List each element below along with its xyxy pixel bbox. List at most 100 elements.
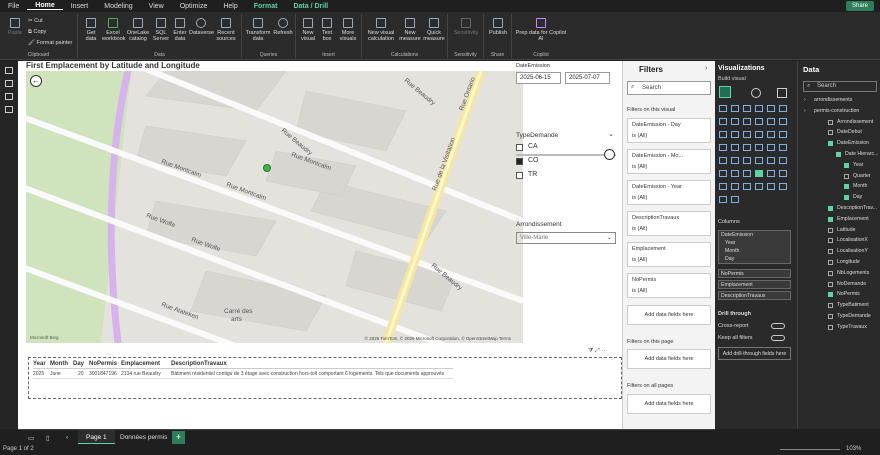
more-visuals-button[interactable]: More visuals [337,18,359,42]
data-field-item[interactable]: Emplacement [837,216,869,222]
visual-header-icons[interactable]: ⧩ ⤢ ⋯ [588,348,608,355]
menu-modeling[interactable]: Modeling [96,3,140,10]
visual-type-icon[interactable] [755,105,763,112]
onelake-button[interactable]: OneLake catalog [126,18,150,42]
visual-type-icon[interactable] [719,196,727,203]
visual-type-icon[interactable] [755,157,763,164]
col-header-nopermis[interactable]: NoPermis [89,361,117,367]
field-checkbox[interactable] [844,184,849,190]
field-checkbox[interactable] [828,227,833,233]
format-visual-icon[interactable] [751,88,761,98]
visual-type-icon[interactable] [755,144,763,151]
tab-donnees-permis[interactable]: Données permis [112,430,175,445]
field-checkbox[interactable] [828,303,833,309]
visual-type-icon[interactable] [743,157,751,164]
visual-type-icon[interactable] [755,170,763,177]
analytics-icon[interactable] [777,88,787,98]
filter-card[interactable]: NoPermis is (All) [627,273,711,298]
col-header-description[interactable]: DescriptionTravaux [171,361,227,367]
page-nav-icon[interactable]: ‹ [58,430,76,445]
dataverse-button[interactable]: Dataverse [189,18,214,36]
visual-type-icon[interactable] [719,170,727,177]
permit-table[interactable]: Year Month Day NoPermis Emplacement Desc… [28,357,622,399]
visual-type-icon[interactable] [755,183,763,190]
visual-type-icon[interactable] [779,170,787,177]
well-day[interactable]: Day [719,255,790,263]
field-checkbox[interactable] [828,249,833,255]
field-checkbox[interactable] [828,130,833,136]
field-checkbox[interactable] [828,216,833,222]
data-field-item[interactable]: Latitude [837,227,855,233]
col-header-day[interactable]: Day [73,361,84,367]
sql-server-button[interactable]: SQL Server [152,18,170,42]
data-field-item[interactable]: Date Hierarc... [845,151,878,157]
dax-query-icon[interactable] [5,106,13,113]
visual-type-icon[interactable] [719,131,727,138]
tab-page-1[interactable]: Page 1 [78,430,115,445]
text-box-button[interactable]: Text box [319,18,335,42]
menu-view[interactable]: View [141,3,172,10]
data-field-item[interactable]: DateDebut [837,129,862,135]
filters-search-input[interactable]: ⌕ Search [627,81,711,95]
back-icon[interactable]: ← [30,75,42,87]
well-emplacement[interactable]: Emplacement [718,280,791,289]
checkbox-ca[interactable] [516,144,523,151]
menu-data-drill[interactable]: Data / Drill [285,3,336,10]
drill-through-dropzone[interactable]: Add drill-through fields here [718,347,791,360]
copy-button[interactable]: ⧉ Copy [28,29,46,36]
visual-type-icon[interactable] [779,157,787,164]
data-field-item[interactable]: arrondissements [814,97,852,103]
visual-type-icon[interactable] [779,144,787,151]
col-header-emplacement[interactable]: Emplacement [121,361,160,367]
field-checkbox[interactable] [828,270,833,276]
field-checkbox[interactable] [828,324,833,330]
refresh-button[interactable]: Refresh [272,18,294,36]
transform-data-button[interactable]: Transform data [245,18,271,42]
menu-help[interactable]: Help [215,3,245,10]
field-checkbox[interactable] [828,141,833,147]
col-header-year[interactable]: Year [33,361,46,367]
visual-type-icon[interactable] [731,105,739,112]
filter-card[interactable]: DateEmission - Year is (All) [627,180,711,205]
col-header-month[interactable]: Month [50,361,68,367]
visual-type-icon[interactable] [779,183,787,190]
arrondissement-dropdown[interactable]: Ville-Marie ⌄ [516,232,616,244]
visual-type-icon[interactable] [743,118,751,125]
keep-filters-toggle[interactable] [771,335,785,341]
filter-card[interactable]: DescriptionTravaux is (All) [627,211,711,236]
new-measure-button[interactable]: New measure [399,18,421,42]
visual-type-icon[interactable] [731,196,739,203]
data-field-item[interactable]: Quarter [853,173,871,179]
field-checkbox[interactable] [828,238,833,244]
field-checkbox[interactable] [836,152,841,157]
checkbox-co[interactable] [516,158,523,165]
excel-button[interactable]: Excel workbook [102,18,126,42]
format-painter-button[interactable]: 🖌 Format painter [28,40,72,46]
date-end-input[interactable]: 2025-07-07 [565,72,610,84]
field-checkbox[interactable] [828,292,833,298]
visual-type-icon[interactable] [743,105,751,112]
well-year[interactable]: Year [719,239,790,247]
menu-insert[interactable]: Insert [63,3,97,10]
visual-type-icon[interactable] [779,105,787,112]
date-hierarchy-well[interactable]: DateEmission Year Month Day [718,230,791,264]
data-field-item[interactable]: NoPermis [837,291,860,297]
visual-type-icon[interactable] [719,118,727,125]
share-button[interactable]: Share [845,1,874,11]
data-field-item[interactable]: NbLogements [837,270,869,276]
date-start-input[interactable]: 2025-06-15 [516,72,561,84]
data-field-item[interactable]: TypeDemande [837,313,871,319]
get-data-button[interactable]: Get data [82,18,100,42]
data-field-item[interactable]: Day [853,194,862,200]
visual-type-icon[interactable] [719,183,727,190]
enter-data-button[interactable]: Enter data [172,18,188,42]
visual-type-icon[interactable] [767,144,775,151]
data-field-item[interactable]: DateEmission [837,140,869,146]
visual-type-icon[interactable] [779,118,787,125]
field-checkbox[interactable] [844,195,849,201]
visual-type-icon[interactable] [743,170,751,177]
visual-type-icon[interactable] [731,157,739,164]
data-field-item[interactable]: TypeBatiment [837,302,869,308]
menu-file[interactable]: File [0,3,27,10]
field-checkbox[interactable] [844,162,849,168]
